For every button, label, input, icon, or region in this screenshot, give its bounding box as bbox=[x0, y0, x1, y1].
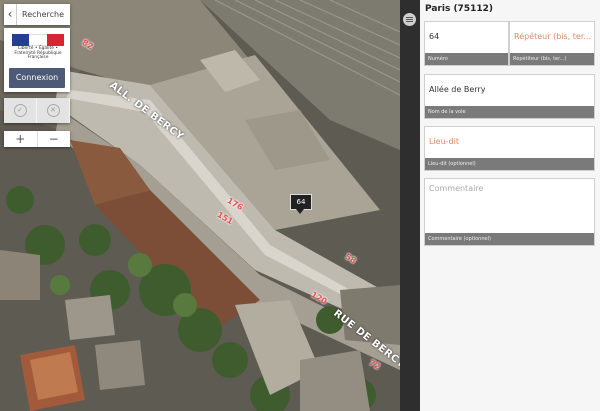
republique-francaise-logo: Liberté • Égalité • Fraternité Républiqu… bbox=[12, 34, 64, 60]
lieu-dit-field[interactable]: Lieu-dit Lieu-dit (optionnel) bbox=[424, 126, 595, 171]
repetiteur-label: Répétiteur (bis, ter...) bbox=[510, 53, 594, 65]
chevron-left-icon: ‹ bbox=[4, 4, 17, 25]
login-panel: Liberté • Égalité • Fraternité Républiqu… bbox=[4, 28, 70, 92]
repetiteur-field[interactable]: Répéteur (bis, ter...) Répétiteur (bis, … bbox=[509, 21, 595, 66]
zoom-out-button[interactable]: − bbox=[38, 131, 71, 147]
numero-field[interactable]: 64 Numéro bbox=[424, 21, 509, 66]
lieu-dit-label: Lieu-dit (optionnel) bbox=[425, 158, 594, 170]
validation-controls: ✓ ✕ bbox=[4, 98, 70, 123]
numero-label: Numéro bbox=[425, 53, 508, 65]
voie-label: Nom de la voie bbox=[425, 106, 594, 118]
connexion-button[interactable]: Connexion bbox=[9, 68, 65, 88]
sidebar-strip bbox=[400, 0, 420, 411]
address-form: Paris (75112) 64 Numéro Répéteur (bis, t… bbox=[420, 0, 600, 411]
voie-value: Allée de Berry bbox=[429, 85, 486, 94]
numero-value: 64 bbox=[429, 32, 440, 41]
gov-logo-text: Liberté • Égalité • Fraternité Républiqu… bbox=[14, 46, 62, 61]
satellite-map[interactable]: ALL. DE BERCY RUE DE BERCY 82 176 151 58… bbox=[0, 0, 400, 411]
back-label: Recherche bbox=[22, 10, 65, 19]
check-icon: ✓ bbox=[13, 104, 27, 117]
address-marker[interactable]: 64 bbox=[290, 194, 312, 214]
commune-title: Paris (75112) bbox=[425, 4, 493, 14]
cross-icon: ✕ bbox=[46, 104, 60, 117]
zoom-in-button[interactable]: + bbox=[4, 131, 38, 147]
commentaire-placeholder: Commentaire bbox=[429, 184, 484, 193]
zoom-controls: + − bbox=[4, 131, 70, 147]
commentaire-field[interactable]: Commentaire Commentaire (optionnel) bbox=[424, 178, 595, 246]
repetiteur-placeholder: Répéteur (bis, ter...) bbox=[514, 32, 592, 41]
back-to-search-button[interactable]: ‹ Recherche bbox=[4, 4, 70, 25]
validate-button[interactable]: ✓ bbox=[4, 98, 37, 123]
hamburger-menu-icon[interactable] bbox=[403, 13, 416, 26]
commentaire-label: Commentaire (optionnel) bbox=[425, 233, 594, 245]
cancel-button[interactable]: ✕ bbox=[37, 98, 70, 123]
address-sidebar: Paris (75112) 64 Numéro Répéteur (bis, t… bbox=[400, 0, 600, 411]
lieu-dit-placeholder: Lieu-dit bbox=[429, 137, 459, 146]
voie-field[interactable]: Allée de Berry Nom de la voie bbox=[424, 74, 595, 119]
